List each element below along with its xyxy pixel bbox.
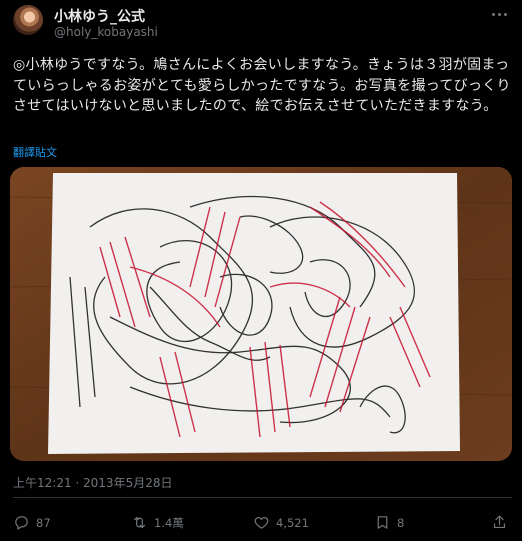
heart-icon: [254, 516, 269, 529]
repost-count: 1.4萬: [154, 515, 184, 530]
repost-button[interactable]: 1.4萬: [131, 514, 184, 531]
bookmark-count: 8: [397, 515, 405, 530]
divider: [13, 497, 512, 498]
display-name[interactable]: 小林ゆう_公式: [54, 6, 145, 26]
share-icon: [493, 515, 506, 529]
like-button[interactable]: 4,521: [253, 514, 309, 531]
tweet: 小林ゆう_公式 @holy_kobayashi ◎小林ゆうですなう。鳩さんによく…: [0, 0, 522, 541]
more-icon[interactable]: [488, 6, 510, 22]
bookmark-icon: [377, 516, 388, 529]
action-bar: 87 1.4萬 4,521 8: [0, 514, 522, 538]
timestamp[interactable]: 上午12:21 · 2013年5月28日: [13, 474, 172, 491]
like-count: 4,521: [276, 515, 309, 530]
reply-count: 87: [36, 515, 51, 530]
user-handle[interactable]: @holy_kobayashi: [54, 25, 158, 39]
reply-icon: [15, 516, 28, 530]
translate-link[interactable]: 翻譯貼文: [13, 144, 57, 160]
repost-icon: [133, 516, 146, 529]
reply-button[interactable]: 87: [13, 514, 51, 531]
avatar[interactable]: [13, 5, 43, 35]
bookmark-button[interactable]: 8: [374, 514, 404, 531]
tweet-text: ◎小林ゆうですなう。鳩さんによくお会いしますなう。きょうは３羽が固まっていらっし…: [13, 57, 511, 114]
drawing-image: [10, 167, 512, 461]
tweet-image[interactable]: [10, 167, 512, 461]
share-button[interactable]: [491, 514, 508, 531]
